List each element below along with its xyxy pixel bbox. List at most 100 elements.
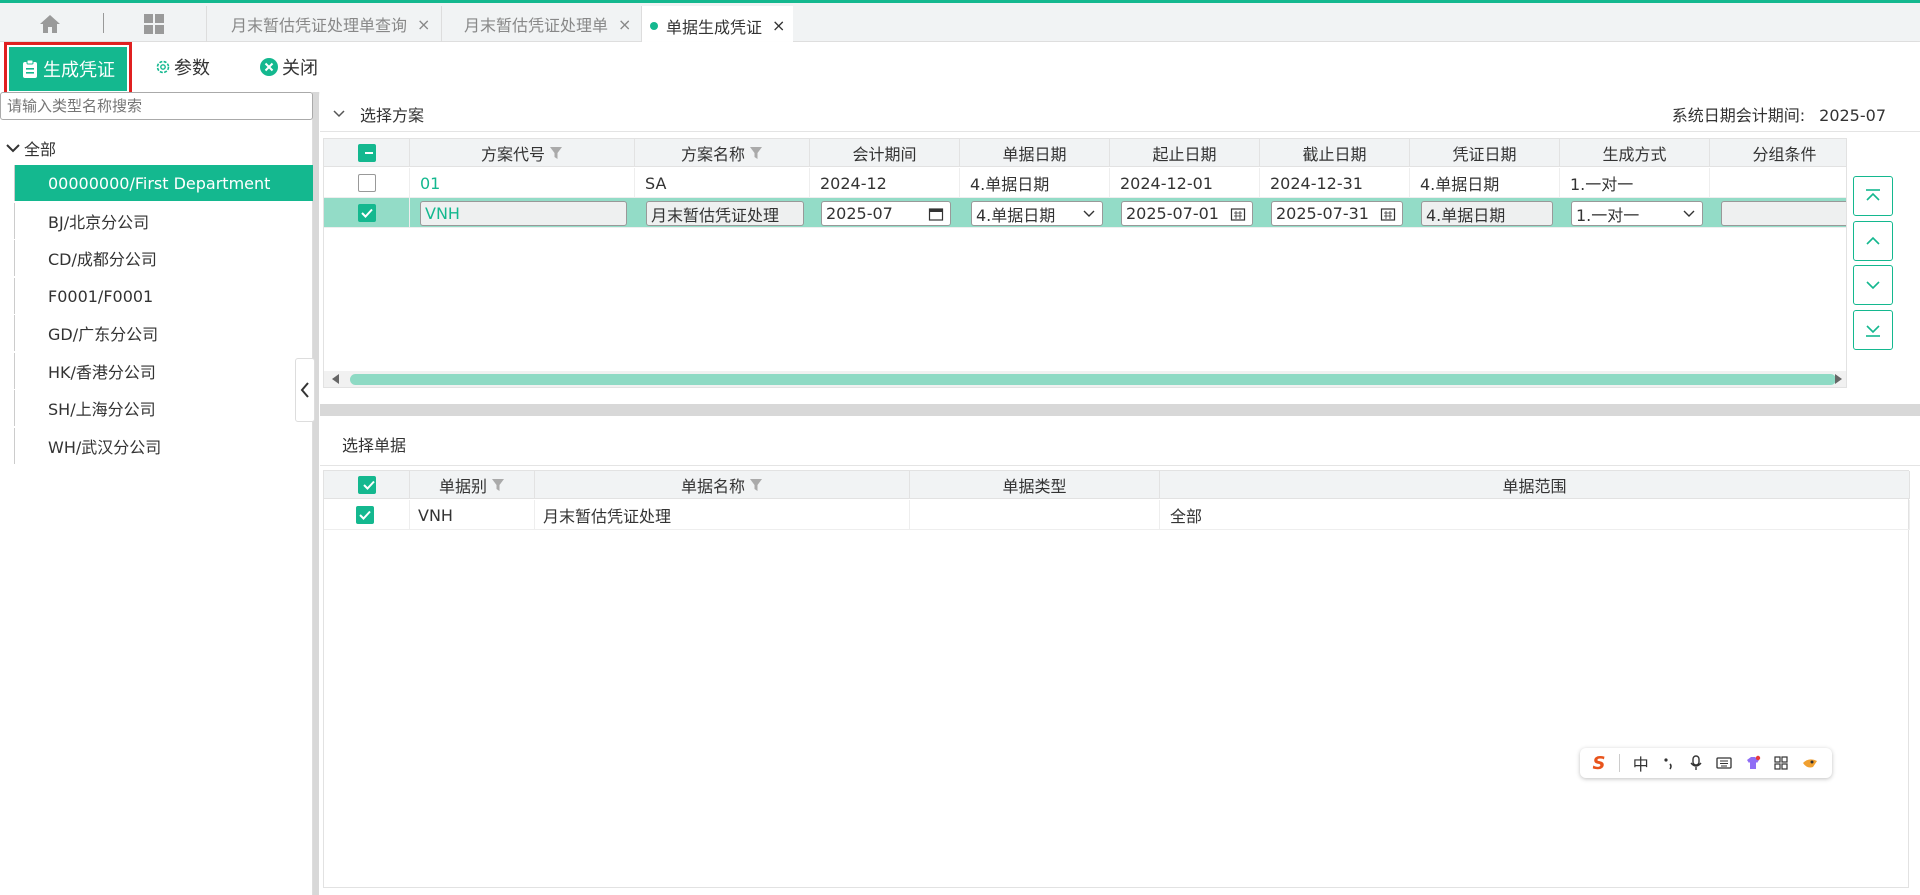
- voucher-date-input[interactable]: 4.单据日期: [1421, 201, 1553, 226]
- table-row[interactable]: 01 SA 2024-12 4.单据日期 2024-12-01 2024-12-…: [324, 168, 1846, 198]
- scroll-right-icon[interactable]: [1835, 374, 1842, 384]
- col-gen-mode[interactable]: 生成方式: [1560, 139, 1710, 167]
- select-all-cell: [324, 139, 410, 167]
- scheme-toggle[interactable]: 选择方案: [332, 102, 424, 126]
- sysdate-value: 2025-07: [1819, 106, 1886, 125]
- col-voucher-date[interactable]: 凭证日期: [1410, 139, 1560, 167]
- tab-voucher-query[interactable]: 月末暂估凭证处理单查询 ×: [206, 6, 438, 42]
- tree-item[interactable]: F0001/F0001: [14, 278, 313, 314]
- tree-root-all[interactable]: 全部: [6, 136, 56, 160]
- close-circle-icon: [260, 58, 278, 76]
- col-doc-date[interactable]: 单据日期: [960, 139, 1110, 167]
- tab-label: 月末暂估凭证处理单: [464, 16, 609, 35]
- panel-splitter[interactable]: [313, 92, 319, 895]
- filter-icon[interactable]: [749, 478, 763, 492]
- category-search-input[interactable]: [0, 92, 313, 120]
- check-icon: [362, 480, 375, 490]
- move-up-button[interactable]: [1853, 221, 1893, 261]
- select-all-checkbox[interactable]: [357, 144, 376, 162]
- col-end-date[interactable]: 截止日期: [1260, 139, 1410, 167]
- scrollbar-thumb[interactable]: [350, 374, 1836, 385]
- close-button[interactable]: 关闭: [259, 52, 318, 82]
- close-icon[interactable]: ×: [417, 15, 430, 34]
- microphone-icon[interactable]: [1689, 755, 1703, 771]
- doc-date-select[interactable]: 4.单据日期: [971, 201, 1103, 226]
- filter-icon[interactable]: [549, 146, 563, 160]
- move-to-top-button[interactable]: [1853, 176, 1893, 216]
- tree-item[interactable]: CD/成都分公司: [14, 240, 313, 276]
- ime-language-toggle[interactable]: 中: [1633, 751, 1649, 775]
- close-icon[interactable]: ×: [618, 15, 631, 34]
- category-tree-panel: 全部 00000000/First Department BJ/北京分公司 CD…: [0, 92, 313, 895]
- home-tab[interactable]: [30, 11, 70, 37]
- tree-item[interactable]: HK/香港分公司: [14, 353, 313, 389]
- keyboard-icon[interactable]: [1716, 756, 1732, 770]
- table-row-selected[interactable]: VNH 月末暂估凭证处理 2025-07 4.单据日期 2025-07-01 2…: [324, 198, 1846, 228]
- double-chevron-up-icon: [1866, 189, 1880, 201]
- filter-icon[interactable]: [491, 478, 505, 492]
- col-group-cond[interactable]: 分组条件: [1710, 139, 1846, 167]
- toolbox-grid-icon[interactable]: [1774, 756, 1788, 770]
- skin-shirt-icon[interactable]: [1745, 755, 1761, 771]
- tree-item[interactable]: BJ/北京分公司: [14, 203, 313, 239]
- end-date-picker[interactable]: 2025-07-31: [1271, 201, 1403, 226]
- tree-item[interactable]: SH/上海分公司: [14, 390, 313, 426]
- col-doc-range[interactable]: 单据范围: [1160, 471, 1910, 499]
- tree-item[interactable]: GD/广东分公司: [14, 315, 313, 351]
- chevron-down-icon[interactable]: [1682, 206, 1696, 220]
- cell-group-cond: [1710, 168, 1846, 198]
- row-checkbox[interactable]: [356, 506, 374, 524]
- row-checkbox[interactable]: [358, 204, 376, 222]
- period-picker[interactable]: 2025-07: [821, 201, 951, 226]
- col-period[interactable]: 会计期间: [810, 139, 960, 167]
- apps-tab[interactable]: [138, 11, 170, 37]
- generate-voucher-button[interactable]: 生成凭证: [9, 47, 127, 91]
- filter-icon[interactable]: [749, 146, 763, 160]
- table-row[interactable]: VNH 月末暂估凭证处理 全部: [324, 500, 1910, 530]
- row-select-cell: [324, 500, 410, 530]
- col-doc-type[interactable]: 单据类型: [910, 471, 1160, 499]
- calendar-icon[interactable]: [928, 206, 944, 222]
- horizontal-scrollbar[interactable]: [324, 371, 1846, 387]
- tab-voucher-doc[interactable]: 月末暂估凭证处理单 ×: [441, 6, 641, 42]
- section-divider[interactable]: [320, 404, 1920, 416]
- mascot-icon[interactable]: [1801, 755, 1819, 771]
- cell-end-date: 2024-12-31: [1260, 168, 1410, 198]
- move-to-bottom-button[interactable]: [1853, 310, 1893, 350]
- gear-icon: [156, 60, 170, 74]
- row-select-cell: [324, 168, 410, 198]
- docs-grid-header: 单据别 单据名称 单据类型 单据范围: [324, 471, 1910, 499]
- col-doc-type-code[interactable]: 单据别: [410, 471, 535, 499]
- cell-doc-name: 月末暂估凭证处理: [535, 500, 910, 530]
- close-icon[interactable]: ×: [772, 16, 785, 35]
- tree-item[interactable]: WH/武汉分公司: [14, 428, 313, 464]
- cell-doc-date: 4.单据日期: [960, 168, 1110, 198]
- col-doc-name[interactable]: 单据名称: [535, 471, 910, 499]
- calendar-icon[interactable]: [1380, 206, 1396, 222]
- scheme-code-input[interactable]: VNH: [420, 201, 627, 226]
- col-start-date[interactable]: 起止日期: [1110, 139, 1260, 167]
- group-cond-input[interactable]: [1721, 201, 1846, 226]
- move-down-button[interactable]: [1853, 265, 1893, 305]
- collapse-panel-button[interactable]: [295, 358, 315, 422]
- cell-scheme-code[interactable]: 01: [410, 168, 635, 198]
- scroll-left-icon[interactable]: [332, 374, 339, 384]
- col-scheme-name[interactable]: 方案名称: [635, 139, 810, 167]
- sogou-logo-icon[interactable]: S: [1593, 753, 1606, 774]
- tab-doc-to-voucher[interactable]: 单据生成凭证 ×: [641, 6, 793, 45]
- calendar-icon[interactable]: [1230, 206, 1246, 222]
- tab-bar: 月末暂估凭证处理单查询 × 月末暂估凭证处理单 × 单据生成凭证 ×: [0, 0, 1920, 45]
- scheme-name-input[interactable]: 月末暂估凭证处理: [646, 201, 804, 226]
- tree-item[interactable]: 00000000/First Department: [14, 165, 313, 201]
- gen-mode-select[interactable]: 1.一对一: [1571, 201, 1703, 226]
- params-button[interactable]: 参数: [155, 52, 210, 82]
- select-all-checkbox[interactable]: [357, 476, 376, 494]
- start-date-picker[interactable]: 2025-07-01: [1121, 201, 1253, 226]
- col-scheme-code[interactable]: 方案代号: [410, 139, 635, 167]
- row-checkbox[interactable]: [358, 174, 376, 192]
- cell-doc-type-code: VNH: [410, 500, 535, 530]
- chevron-down-icon[interactable]: [1082, 206, 1096, 220]
- chevron-down-icon: [333, 110, 345, 118]
- punctuation-icon[interactable]: [1662, 756, 1676, 770]
- active-dot-icon: [650, 21, 658, 30]
